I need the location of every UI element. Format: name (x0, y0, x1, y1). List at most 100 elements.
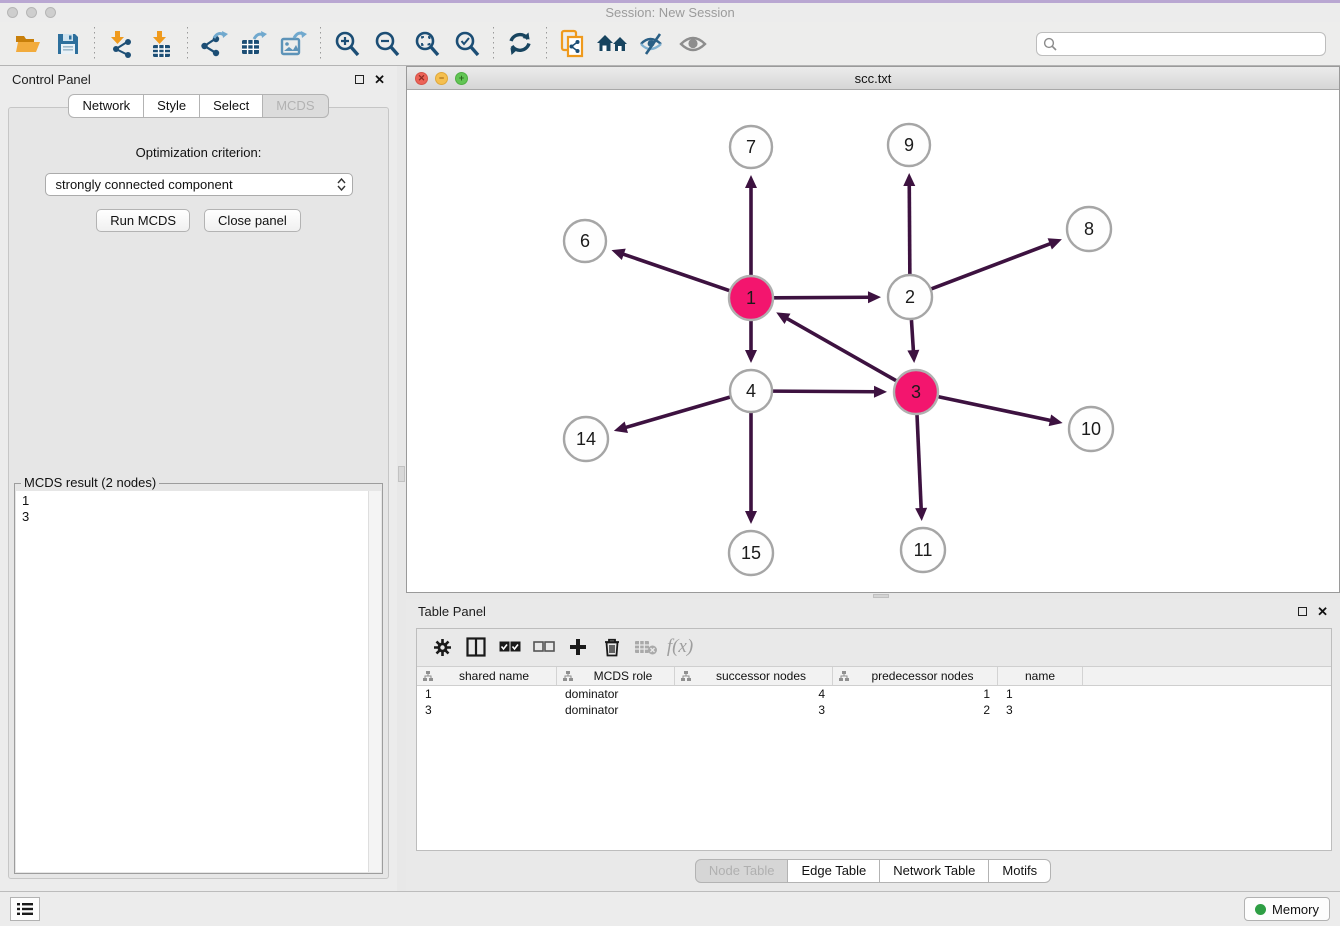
column-header-MCDS-role[interactable]: MCDS role (557, 667, 675, 685)
close-panel-icon[interactable]: ✕ (374, 75, 385, 84)
control-panel-title: Control Panel (12, 72, 91, 87)
edge-3-1[interactable] (776, 312, 896, 380)
clone-network-button[interactable] (553, 26, 593, 62)
import-table-button[interactable] (141, 26, 181, 62)
table-settings-button[interactable] (427, 632, 457, 662)
search-input[interactable] (1061, 37, 1319, 51)
close-panel-button[interactable]: Close panel (204, 209, 301, 232)
table-cell[interactable]: dominator (557, 686, 675, 702)
edge-3-10[interactable] (939, 397, 1063, 426)
show-panels-button[interactable] (673, 26, 713, 62)
add-column-button[interactable] (563, 632, 593, 662)
table-cell[interactable]: 3 (998, 702, 1083, 718)
table-row[interactable]: 3dominator323 (417, 702, 1331, 718)
mcds-result-item[interactable]: 1 (22, 493, 381, 509)
result-list-scrollbar[interactable] (368, 491, 381, 872)
zoom-fit-button[interactable] (407, 26, 447, 62)
column-header-successor-nodes[interactable]: successor nodes (675, 667, 833, 685)
home-button[interactable] (593, 26, 633, 62)
task-history-button[interactable] (10, 897, 40, 921)
column-header-name[interactable]: name (998, 667, 1083, 685)
toolbar-divider (493, 27, 494, 61)
table-cell[interactable]: 1 (998, 686, 1083, 702)
splitter-grip[interactable] (873, 594, 889, 598)
node-3[interactable]: 3 (894, 370, 938, 414)
node-6[interactable]: 6 (564, 220, 606, 262)
tab-select[interactable]: Select (200, 94, 263, 118)
export-table-button[interactable] (234, 26, 274, 62)
tab-node-table[interactable]: Node Table (695, 859, 789, 883)
memory-button[interactable]: Memory (1244, 897, 1330, 921)
table-cell[interactable]: 3 (417, 702, 557, 718)
table-cell[interactable]: dominator (557, 702, 675, 718)
table-cell[interactable]: 1 (833, 686, 998, 702)
column-header-predecessor-nodes[interactable]: predecessor nodes (833, 667, 998, 685)
edge-4-14[interactable] (614, 397, 730, 433)
import-network-button[interactable] (101, 26, 141, 62)
export-network-button[interactable] (194, 26, 234, 62)
node-8[interactable]: 8 (1067, 207, 1111, 251)
table-cell[interactable]: 2 (833, 702, 998, 718)
tab-network-table[interactable]: Network Table (880, 859, 989, 883)
float-panel-icon[interactable] (355, 75, 364, 84)
edge-1-6[interactable] (611, 249, 729, 291)
delete-column-button[interactable] (597, 632, 627, 662)
zoom-selected-button[interactable] (447, 26, 487, 62)
mcds-result-list[interactable]: 13 (16, 491, 381, 872)
node-15[interactable]: 15 (729, 531, 773, 575)
network-canvas[interactable]: 7 9 6 8 1 2 4 3 14 10 15 11 (407, 90, 1339, 592)
table-cell[interactable]: 3 (675, 702, 833, 718)
node-9[interactable]: 9 (888, 124, 930, 166)
table-cell[interactable]: 4 (675, 686, 833, 702)
export-image-button[interactable] (274, 26, 314, 62)
zoom-out-button[interactable] (367, 26, 407, 62)
mcds-result-item[interactable]: 3 (22, 509, 381, 525)
edge-1-7[interactable] (745, 175, 757, 275)
edge-4-3[interactable] (773, 386, 887, 398)
network-window-titlebar[interactable]: ✕ − + scc.txt (407, 67, 1339, 90)
horizontal-splitter[interactable] (406, 593, 1340, 599)
node-1[interactable]: 1 (729, 276, 773, 320)
node-table[interactable]: shared nameMCDS rolesuccessor nodesprede… (417, 667, 1331, 851)
table-cell[interactable]: 1 (417, 686, 557, 702)
close-table-panel-icon[interactable]: ✕ (1317, 607, 1328, 616)
criterion-select[interactable]: strongly connected component (45, 173, 353, 196)
vertical-splitter[interactable] (397, 66, 406, 891)
node-10[interactable]: 10 (1069, 407, 1113, 451)
tab-network[interactable]: Network (68, 94, 144, 118)
node-14[interactable]: 14 (564, 417, 608, 461)
run-mcds-button[interactable]: Run MCDS (96, 209, 190, 232)
tab-style[interactable]: Style (144, 94, 200, 118)
network-close-button[interactable]: ✕ (415, 72, 428, 85)
edge-1-4[interactable] (745, 321, 757, 363)
node-2[interactable]: 2 (888, 275, 932, 319)
node-11[interactable]: 11 (901, 528, 945, 572)
hide-panels-button[interactable] (633, 26, 673, 62)
network-maximize-button[interactable]: + (455, 72, 468, 85)
column-header-shared-name[interactable]: shared name (417, 667, 557, 685)
svg-text:8: 8 (1084, 219, 1094, 239)
select-all-button[interactable] (495, 632, 525, 662)
tab-edge-table[interactable]: Edge Table (788, 859, 880, 883)
open-session-button[interactable] (8, 26, 48, 62)
edge-4-15[interactable] (745, 413, 757, 524)
network-minimize-button[interactable]: − (435, 72, 448, 85)
deselect-all-button[interactable] (529, 632, 559, 662)
edge-2-9[interactable] (903, 173, 915, 274)
zoom-in-button[interactable] (327, 26, 367, 62)
memory-label: Memory (1272, 902, 1319, 917)
tab-motifs[interactable]: Motifs (989, 859, 1051, 883)
column-layout-button[interactable] (461, 632, 491, 662)
edge-2-8[interactable] (932, 238, 1062, 289)
save-session-button[interactable] (48, 26, 88, 62)
node-7[interactable]: 7 (730, 126, 772, 168)
apply-layout-button[interactable] (500, 26, 540, 62)
float-table-panel-icon[interactable] (1298, 607, 1307, 616)
tab-mcds[interactable]: MCDS (263, 94, 328, 118)
edge-1-2[interactable] (774, 291, 881, 303)
table-row[interactable]: 1dominator411 (417, 686, 1331, 702)
edge-2-3[interactable] (907, 320, 919, 363)
node-4[interactable]: 4 (730, 370, 772, 412)
edge-3-11[interactable] (915, 415, 927, 521)
splitter-grip[interactable] (398, 466, 405, 482)
